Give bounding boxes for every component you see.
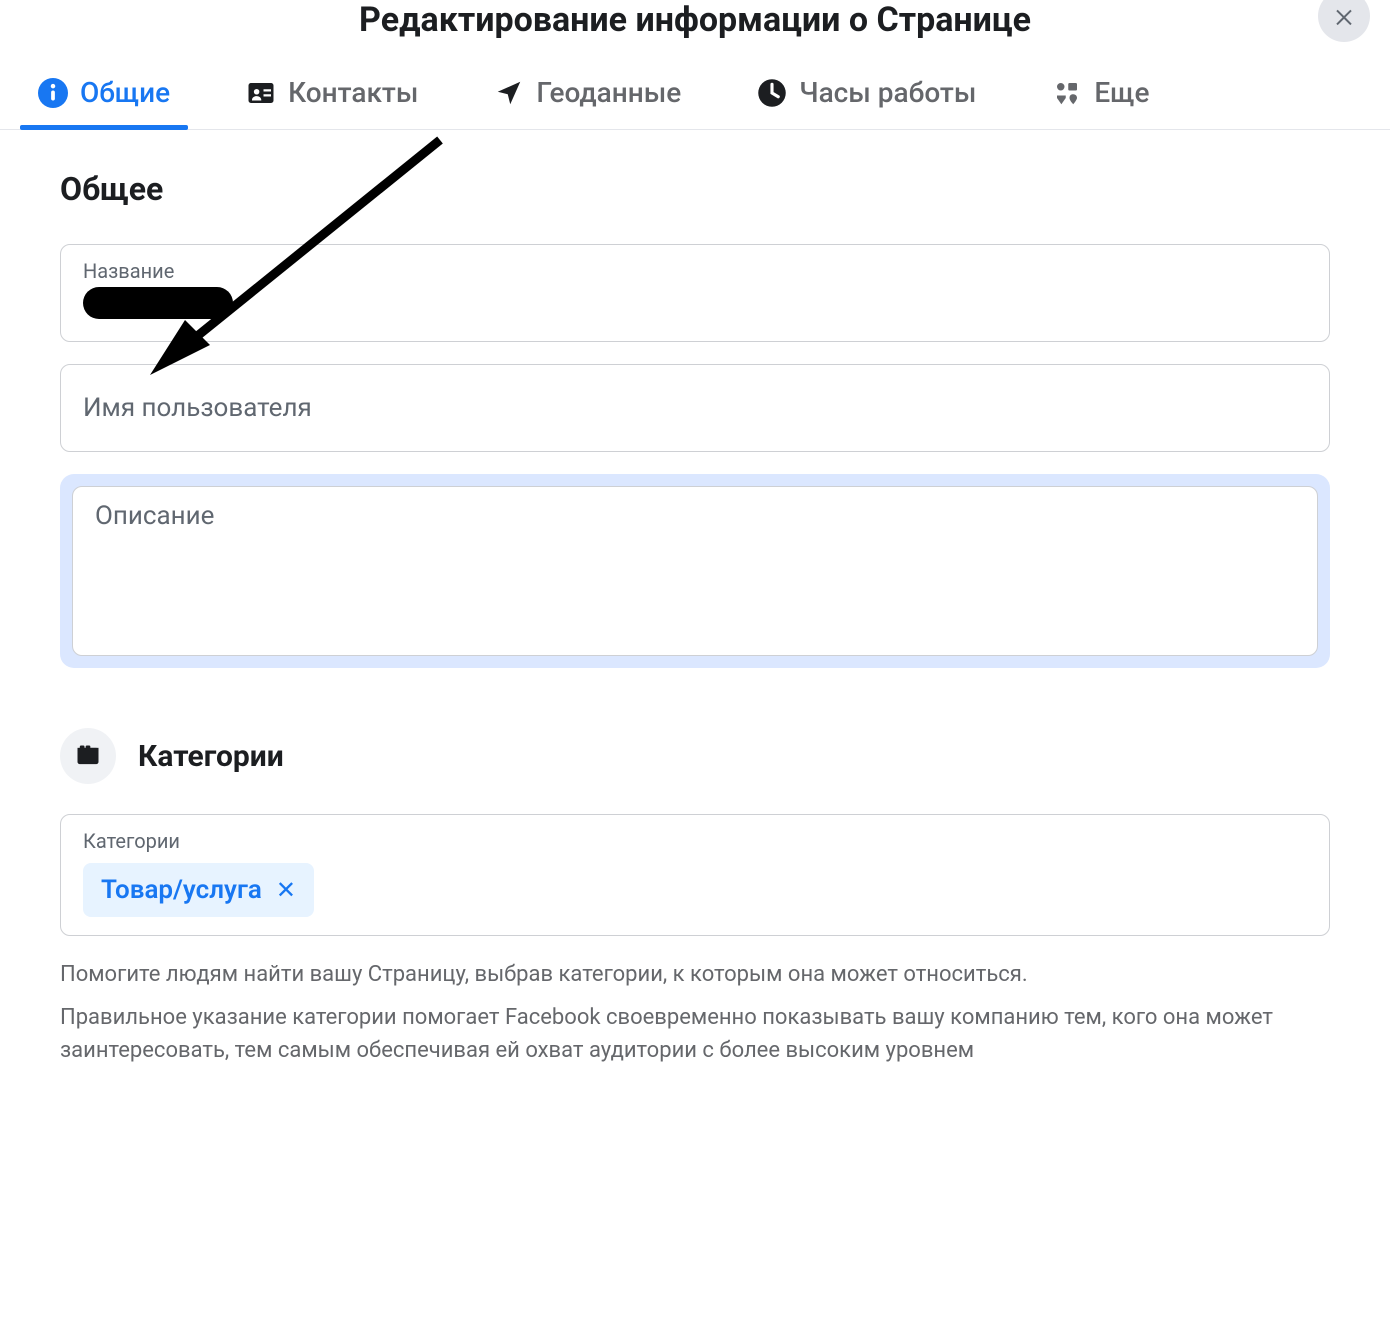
tab-geodata[interactable]: Геоданные bbox=[486, 62, 689, 129]
tab-label: Общие bbox=[80, 76, 170, 109]
username-field[interactable]: Имя пользователя bbox=[60, 364, 1330, 452]
help-line-1: Помогите людям найти вашу Страницу, выбр… bbox=[60, 958, 1330, 991]
tab-label: Еще bbox=[1094, 76, 1149, 109]
more-grid-icon bbox=[1052, 78, 1082, 108]
username-placeholder: Имя пользователя bbox=[83, 393, 1307, 423]
clock-icon bbox=[757, 78, 787, 108]
tag-icon bbox=[74, 742, 102, 770]
tab-general[interactable]: Общие bbox=[30, 62, 178, 129]
tab-label: Контакты bbox=[288, 76, 418, 109]
tab-more[interactable]: Еще bbox=[1044, 62, 1157, 129]
content-area: Общее Название Имя пользователя Описание… bbox=[0, 130, 1390, 1067]
tab-label: Часы работы bbox=[799, 76, 976, 109]
category-chip-label: Товар/услуга bbox=[101, 875, 262, 905]
contact-card-icon bbox=[246, 78, 276, 108]
category-chip: Товар/услуга ✕ bbox=[83, 863, 314, 917]
close-icon bbox=[1332, 4, 1356, 28]
categories-help-text: Помогите людям найти вашу Страницу, выбр… bbox=[60, 958, 1330, 1067]
info-icon bbox=[38, 78, 68, 108]
name-label: Название bbox=[83, 259, 1307, 283]
categories-field[interactable]: Категории Товар/услуга ✕ bbox=[60, 814, 1330, 936]
categories-label: Категории bbox=[83, 829, 1307, 853]
tab-label: Геоданные bbox=[536, 76, 681, 109]
dialog-header: Редактирование информации о Странице bbox=[0, 0, 1390, 48]
name-value-redacted bbox=[83, 287, 233, 319]
tab-contacts[interactable]: Контакты bbox=[238, 62, 426, 129]
categories-title: Категории bbox=[138, 739, 284, 774]
section-title-general: Общее bbox=[60, 170, 1330, 208]
location-arrow-icon bbox=[494, 78, 524, 108]
name-field[interactable]: Название bbox=[60, 244, 1330, 342]
description-field[interactable]: Описание bbox=[72, 486, 1318, 656]
chip-remove-button[interactable]: ✕ bbox=[276, 878, 296, 902]
categories-icon-circle bbox=[60, 728, 116, 784]
description-focus-ring: Описание bbox=[60, 474, 1330, 668]
categories-header: Категории bbox=[60, 728, 1330, 784]
help-line-2: Правильное указание категории помогает F… bbox=[60, 1001, 1330, 1067]
tabs-bar: Общие Контакты Геоданные Часы работы Еще bbox=[0, 62, 1390, 130]
close-button[interactable] bbox=[1318, 0, 1370, 42]
description-placeholder: Описание bbox=[95, 501, 1295, 531]
dialog-title: Редактирование информации о Странице bbox=[359, 0, 1031, 40]
tab-hours[interactable]: Часы работы bbox=[749, 62, 984, 129]
